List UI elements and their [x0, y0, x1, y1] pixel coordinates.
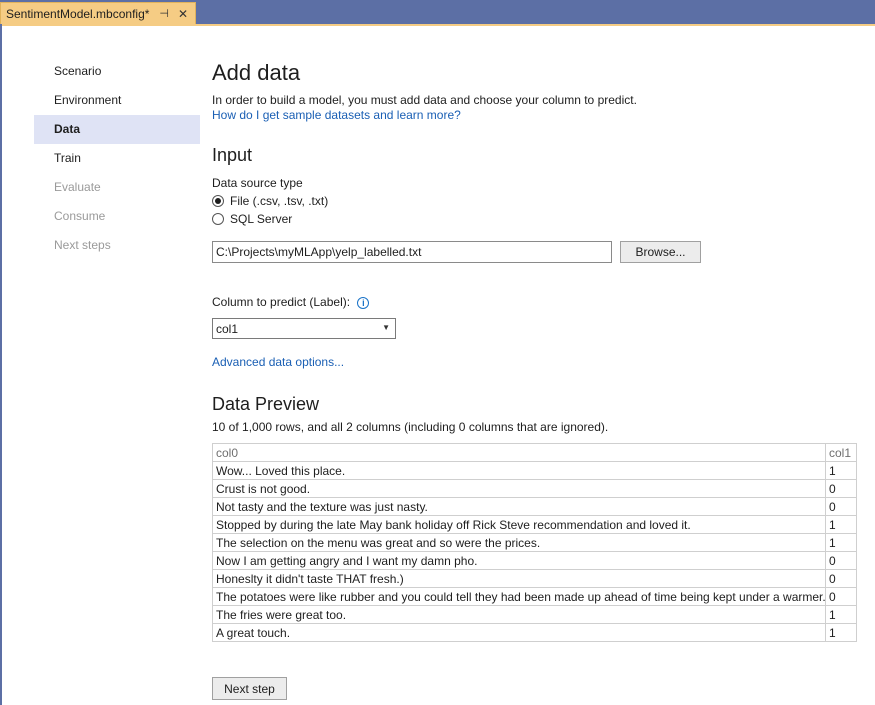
column-header[interactable]: col0	[212, 443, 826, 462]
data-preview-table: col0 col1 Wow... Loved this place. 1 Crust…	[212, 443, 857, 642]
data-preview-heading: Data Preview	[212, 394, 320, 414]
nav-item-train[interactable]: Train	[34, 144, 200, 173]
table-cell: 0	[825, 497, 857, 516]
table-cell: 1	[825, 515, 857, 534]
table-row: Not tasty and the texture was just nasty…	[212, 497, 857, 516]
table-cell: The fries were great too.	[212, 605, 826, 624]
table-cell: 1	[825, 461, 857, 480]
nav-item-evaluate: Evaluate	[54, 180, 101, 194]
nav-item-next-steps: Next steps	[54, 238, 111, 252]
table-cell: Wow... Loved this place.	[212, 461, 826, 480]
page-title: Add data	[212, 60, 301, 85]
data-preview-summary: 10 of 1,000 rows, and all 2 columns (inc…	[212, 420, 609, 434]
file-path-input[interactable]	[212, 241, 612, 263]
table-row: Stopped by during the late May bank holi…	[212, 515, 857, 534]
radio-sql-server-source[interactable]: SQL Server	[212, 212, 292, 226]
table-row: Wow... Loved this place. 1	[212, 461, 857, 480]
table-header-row: col0 col1	[212, 443, 857, 462]
nav-item-data[interactable]: Data	[34, 115, 200, 144]
table-cell: Stopped by during the late May bank holi…	[212, 515, 826, 534]
table-cell: Not tasty and the texture was just nasty…	[212, 497, 826, 516]
window-left-edge	[0, 24, 2, 705]
nav-item-consume: Consume	[54, 209, 106, 223]
table-row: The fries were great too. 1	[212, 605, 857, 624]
intro-text: In order to build a model, you must add …	[212, 93, 637, 107]
radio-sql-label: SQL Server	[230, 212, 293, 226]
nav-item-scenario[interactable]: Scenario	[34, 57, 200, 86]
table-cell: 0	[825, 569, 857, 588]
tab-accent-line	[0, 24, 875, 26]
column-header[interactable]: col1	[825, 443, 857, 462]
radio-file-indicator[interactable]	[212, 195, 224, 207]
table-cell: Now I am getting angry and I want my dam…	[212, 551, 826, 570]
sample-datasets-help-link[interactable]: How do I get sample datasets and learn m…	[212, 108, 461, 122]
table-cell: The selection on the menu was great and …	[212, 533, 826, 552]
table-cell: The potatoes were like rubber and you co…	[212, 587, 826, 606]
table-cell: 1	[825, 533, 857, 552]
column-to-predict-label-row: Column to predict (Label): i	[212, 295, 370, 309]
column-to-predict-label: Column to predict (Label):	[212, 295, 351, 309]
input-section-heading: Input	[212, 145, 253, 165]
table-cell: Crust is not good.	[212, 479, 826, 498]
close-icon[interactable]: ✕	[178, 7, 188, 21]
document-tab-title: SentimentModel.mbconfig*	[6, 6, 150, 21]
wizard-step-nav: Scenario Environment Data Train Evaluate Cons…	[34, 57, 200, 260]
table-row: Now I am getting angry and I want my dam…	[212, 551, 857, 570]
radio-file-label: File (.csv, .tsv, .txt)	[230, 194, 329, 208]
table-row: A great touch. 1	[212, 623, 857, 642]
column-to-predict-dropdown[interactable]: col1 ▼	[212, 318, 396, 339]
data-source-type-label: Data source type	[212, 176, 303, 190]
info-icon[interactable]: i	[357, 296, 370, 309]
advanced-data-options-link[interactable]: Advanced data options...	[212, 355, 344, 369]
chevron-down-icon: ▼	[382, 323, 390, 332]
table-cell: 1	[825, 605, 857, 624]
table-row: Honeslty it didn't taste THAT fresh.) 0	[212, 569, 857, 588]
table-row: The selection on the menu was great and …	[212, 533, 857, 552]
next-step-button[interactable]: Next step	[212, 677, 287, 700]
document-tab[interactable]: SentimentModel.mbconfig* ⊣ ✕	[0, 2, 196, 24]
table-cell: 0	[825, 587, 857, 606]
nav-item-environment[interactable]: Environment	[34, 86, 200, 115]
browse-button[interactable]: Browse...	[620, 241, 701, 263]
table-cell: Honeslty it didn't taste THAT fresh.)	[212, 569, 826, 588]
table-cell: 1	[825, 623, 857, 642]
table-row: The potatoes were like rubber and you co…	[212, 587, 857, 606]
radio-sql-indicator[interactable]	[212, 213, 224, 225]
table-cell: 0	[825, 479, 857, 498]
table-cell: 0	[825, 551, 857, 570]
column-to-predict-value: col1	[216, 321, 239, 336]
radio-file-source[interactable]: File (.csv, .tsv, .txt)	[212, 194, 328, 208]
pin-icon[interactable]: ⊣	[159, 7, 169, 20]
table-row: Crust is not good. 0	[212, 479, 857, 498]
table-cell: A great touch.	[212, 623, 826, 642]
